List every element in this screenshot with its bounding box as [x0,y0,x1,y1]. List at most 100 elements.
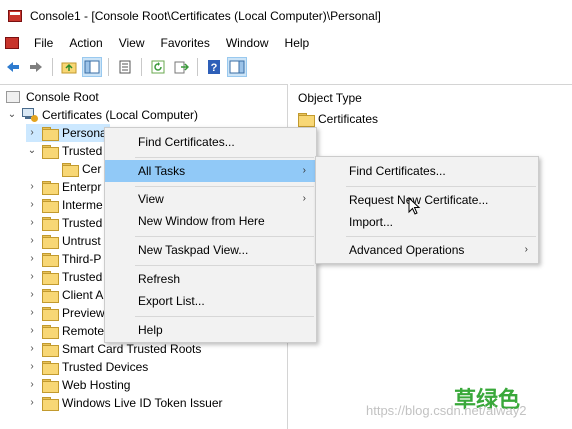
all-tasks-submenu: Find Certificates... Request New Certifi… [315,156,539,264]
toolbar-separator [108,58,109,76]
tree-item-third-party-root[interactable]: › Third-P [26,250,101,268]
expand-icon[interactable]: › [26,286,38,304]
folder-icon [42,145,59,159]
show-hide-tree-icon[interactable] [82,57,102,77]
tree-label: Console Root [26,90,99,104]
folder-icon [62,163,79,177]
menu-item-request-new-certificate[interactable]: Request New Certificate... [316,189,538,211]
submenu-arrow-icon: › [302,193,306,204]
submenu-arrow-icon: › [524,244,528,255]
document-menu-icon[interactable] [4,35,20,51]
tree-item-intermediate[interactable]: › Interme [26,196,103,214]
tree-label: Preview [62,306,105,320]
tree-item-trusted-publishers[interactable]: › Trusted [26,214,102,232]
menu-separator [135,265,314,266]
menu-item-advanced-operations[interactable]: Advanced Operations › [316,239,538,261]
menu-action[interactable]: Action [61,32,110,54]
expand-icon[interactable]: › [26,394,38,412]
menu-file[interactable]: File [26,32,61,54]
mouse-cursor-icon [408,197,421,215]
expand-icon[interactable]: › [26,214,38,232]
folder-icon [42,325,59,339]
menu-item-export-list[interactable]: Export List... [105,290,316,312]
expand-icon[interactable]: › [26,268,38,286]
context-menu: Find Certificates... All Tasks › View › Ne… [104,127,317,343]
tree-item-client-auth[interactable]: › Client A [26,286,103,304]
folder-icon [42,379,59,393]
collapse-icon[interactable]: ⌄ [6,106,18,124]
tree-label: Interme [62,198,103,212]
tree-item-enterprise-trust[interactable]: › Enterpr [26,178,101,196]
expand-icon[interactable]: › [26,304,38,322]
properties-icon[interactable] [115,57,135,77]
tree-label: Remote [62,324,105,338]
menu-item-new-window[interactable]: New Window from Here [105,210,316,232]
expand-icon[interactable]: › [26,232,38,250]
tree-label: Trusted [62,216,103,230]
tree-item-remote-desktop[interactable]: › Remote [26,322,104,340]
column-header-object-type[interactable]: Object Type [298,91,362,105]
folder-icon [42,361,59,375]
menu-item-import[interactable]: Import... [316,211,538,233]
menu-window[interactable]: Window [218,32,277,54]
refresh-icon[interactable] [148,57,168,77]
menu-item-new-taskpad-view[interactable]: New Taskpad View... [105,239,316,261]
tree-label: Untrust [62,234,101,248]
tree-item-trusted-devices[interactable]: › Trusted Devices [26,358,148,376]
tree-item-personal[interactable]: › Persona [26,124,110,142]
folder-icon [42,253,59,267]
tree-label: Trusted Devices [62,360,149,374]
toolbar-separator [52,58,53,76]
forward-arrow-icon[interactable] [26,57,46,77]
toolbar-separator [141,58,142,76]
tree-label: Trusted [62,270,103,284]
menu-item-view[interactable]: View › [105,188,316,210]
tree-item-preview-build[interactable]: › Preview [26,304,105,322]
tree-item-untrusted[interactable]: › Untrust [26,232,101,250]
list-item[interactable]: Certificates [298,112,378,127]
menu-separator [346,236,536,237]
expand-icon[interactable]: › [26,250,38,268]
expand-icon[interactable]: › [26,196,38,214]
window-title: Console1 - [Console Root\Certificates (L… [30,9,381,23]
menu-item-all-tasks[interactable]: All Tasks › [105,160,316,182]
menu-item-find-certificates[interactable]: Find Certificates... [105,131,316,153]
tree-label: Trusted [62,144,103,158]
tree-console-root[interactable]: Console Root [6,88,99,106]
menu-help[interactable]: Help [277,32,318,54]
tree-item-certificates[interactable]: Cer [62,160,101,178]
folder-icon [42,343,59,357]
menu-separator [135,186,314,187]
collapse-icon[interactable]: ⌄ [26,142,38,160]
menu-view[interactable]: View [111,32,153,54]
folder-icon [298,113,315,127]
tree-item-web-hosting[interactable]: › Web Hosting [26,376,130,394]
menu-item-refresh[interactable]: Refresh [105,268,316,290]
menu-item-find-certificates[interactable]: Find Certificates... [316,160,538,182]
folder-icon [42,289,59,303]
menu-item-help[interactable]: Help [105,319,316,341]
expand-icon[interactable]: › [26,322,38,340]
certificate-snapin-icon [22,108,38,122]
help-icon[interactable]: ? [204,57,224,77]
menu-favorites[interactable]: Favorites [153,32,218,54]
mmc-app-icon[interactable] [8,8,24,24]
folder-icon [42,199,59,213]
tree-certificates-local-computer[interactable]: ⌄ Certificates (Local Computer) [6,106,198,124]
export-list-icon[interactable] [171,57,191,77]
tree-item-trusted-people[interactable]: › Trusted [26,268,102,286]
show-hide-action-pane-icon[interactable] [227,57,247,77]
tree-item-trusted-root[interactable]: ⌄ Trusted [26,142,102,160]
expand-icon[interactable]: › [26,358,38,376]
expand-icon[interactable]: › [26,178,38,196]
up-folder-icon[interactable] [59,57,79,77]
expand-icon[interactable]: › [26,124,38,142]
expand-icon[interactable]: › [26,340,38,358]
back-arrow-icon[interactable] [3,57,23,77]
toolbar-separator [197,58,198,76]
expand-icon[interactable]: › [26,376,38,394]
tree-item-windows-live-id[interactable]: › Windows Live ID Token Issuer [26,394,223,412]
folder-icon [42,235,59,249]
submenu-arrow-icon: › [302,165,306,176]
tree-label: Third-P [62,252,102,266]
